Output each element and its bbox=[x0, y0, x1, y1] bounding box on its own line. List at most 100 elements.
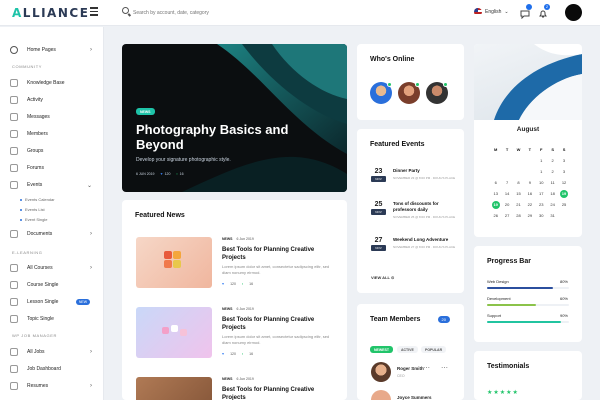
calendar-day[interactable]: 9 bbox=[524, 180, 535, 185]
calendar-day[interactable]: 11 bbox=[547, 180, 558, 185]
sidebar-item-groups[interactable]: Groups bbox=[10, 145, 98, 157]
calendar-day[interactable]: 14 bbox=[501, 191, 512, 196]
hero-card[interactable]: NEWS Photography Basics and Beyond Devel… bbox=[122, 44, 347, 192]
calendar-day[interactable]: 25 bbox=[558, 202, 569, 207]
member-avatar[interactable] bbox=[371, 362, 391, 382]
news-image[interactable] bbox=[136, 307, 212, 358]
online-user-avatar[interactable] bbox=[426, 82, 448, 104]
calendar-day[interactable]: 15 bbox=[513, 191, 524, 196]
menu-icon[interactable] bbox=[90, 7, 98, 18]
tab-active[interactable]: ACTIVE bbox=[397, 346, 418, 353]
calendar-day[interactable]: 8 bbox=[513, 180, 524, 185]
calendar-day[interactable]: 7 bbox=[501, 180, 512, 185]
sidebar-item-all-courses[interactable]: All Courses › bbox=[10, 262, 98, 274]
brand-logo[interactable]: ALLIANCE bbox=[12, 6, 89, 20]
calendar-day[interactable]: 1 bbox=[536, 158, 547, 163]
bell-icon[interactable]: 2 bbox=[538, 4, 550, 18]
event-day: 25 bbox=[374, 201, 383, 208]
calendar-day[interactable]: 12 bbox=[558, 180, 569, 185]
view-all-events-link[interactable]: VIEW ALL ⊙ bbox=[371, 275, 394, 280]
calendar-weekday: T bbox=[528, 147, 532, 152]
calendar-day[interactable]: 30 bbox=[536, 213, 547, 218]
calendar-day[interactable]: 28 bbox=[513, 213, 524, 218]
sidebar-subitem-events-list[interactable]: Events List bbox=[20, 207, 45, 212]
event-title[interactable]: Weekend Long Adventure bbox=[393, 237, 459, 243]
sidebar-item-forums[interactable]: Forums bbox=[10, 162, 98, 174]
chevron-right-icon: › bbox=[90, 265, 92, 271]
member-avatar[interactable] bbox=[371, 390, 391, 400]
calendar-day[interactable]: 29 bbox=[524, 213, 535, 218]
calendar-day[interactable]: 19 bbox=[558, 189, 569, 198]
calendar-day[interactable]: 10 bbox=[536, 180, 547, 185]
sidebar-item-resumes[interactable]: Resumes › bbox=[10, 380, 98, 392]
featured-events-card: Featured Events 23 NOV Dinner Party NOVEM… bbox=[357, 129, 464, 293]
calendar-day[interactable]: 20 bbox=[501, 202, 512, 207]
hero-category-badge[interactable]: NEWS bbox=[136, 108, 155, 115]
sidebar-item-course-single[interactable]: Course Single bbox=[10, 279, 98, 291]
team-members-title: Team Members bbox=[370, 316, 421, 323]
calendar-day[interactable]: 24 bbox=[547, 202, 558, 207]
event-details: NOVEMBER 27 @ 8:00 PM · DOUG'S PLACE bbox=[393, 245, 456, 249]
event-title[interactable]: Tons of discounts for professors daily bbox=[393, 201, 459, 212]
more-horizontal-icon[interactable]: ⋯ bbox=[441, 364, 448, 372]
hero-title[interactable]: Photography Basics and Beyond bbox=[136, 122, 296, 152]
progress-label: Development bbox=[487, 296, 511, 301]
news-image[interactable] bbox=[136, 237, 212, 288]
language-selector[interactable]: English ⌄ bbox=[474, 8, 509, 16]
news-title[interactable]: Best Tools for Planning Creative Project… bbox=[222, 316, 334, 332]
online-user-avatar[interactable] bbox=[370, 82, 392, 104]
search-input[interactable] bbox=[133, 6, 333, 20]
sidebar-item-topic-single[interactable]: Topic Single bbox=[10, 313, 98, 325]
sidebar-item-job-dashboard[interactable]: Job Dashboard bbox=[10, 363, 98, 375]
more-icon[interactable]: ⋯ bbox=[423, 364, 430, 372]
sidebar-item-home-pages[interactable]: Home Pages › bbox=[10, 44, 98, 56]
calendar-day[interactable]: 26 bbox=[490, 213, 501, 218]
calendar-day[interactable]: 16 bbox=[524, 191, 535, 196]
news-stats: ♥ 120 ▪ 16 bbox=[222, 352, 253, 356]
sidebar-item-events[interactable]: Events ⌄ bbox=[10, 179, 98, 191]
calendar-day[interactable]: 21 bbox=[513, 202, 524, 207]
chevron-right-icon: › bbox=[90, 231, 92, 237]
calendar-day[interactable]: 13 bbox=[490, 191, 501, 196]
news-category-label: NEWS bbox=[222, 377, 233, 381]
news-likes: 120 bbox=[230, 282, 236, 286]
user-avatar[interactable] bbox=[565, 4, 582, 21]
sidebar-item-messages[interactable]: Messages bbox=[10, 111, 98, 123]
calendar-day[interactable]: 19 bbox=[490, 200, 501, 209]
sidebar-subitem-events-calendar[interactable]: Events Calendar bbox=[20, 197, 55, 202]
calendar-day[interactable]: 1 bbox=[536, 169, 547, 174]
featured-news-card: Featured News NEWS 6 Jun 2019 Best Tools … bbox=[122, 200, 347, 400]
chevron-right-icon: › bbox=[90, 349, 92, 355]
member-name[interactable]: Joyce Summers bbox=[397, 395, 432, 400]
event-title[interactable]: Dinner Party bbox=[393, 168, 459, 174]
sidebar-item-members[interactable]: Members bbox=[10, 128, 98, 140]
calendar-day[interactable]: 3 bbox=[558, 158, 569, 163]
calendar-day[interactable]: 23 bbox=[536, 202, 547, 207]
chat-icon[interactable] bbox=[520, 4, 532, 20]
news-excerpt: Lorem ipsum dolor sit amet, consectetur … bbox=[222, 334, 330, 345]
news-title[interactable]: Best Tools for Planning Creative Project… bbox=[222, 386, 334, 400]
calendar-day[interactable]: 18 bbox=[547, 191, 558, 196]
tab-newest[interactable]: NEWEST bbox=[370, 346, 393, 353]
event-day: 27 bbox=[374, 237, 383, 244]
calendar-day[interactable]: 2 bbox=[547, 169, 558, 174]
member-name[interactable]: Roger Smith bbox=[397, 366, 424, 371]
sidebar-item-documents[interactable]: Documents › bbox=[10, 228, 98, 240]
sidebar-item-knowledge-base[interactable]: Knowledge Base bbox=[10, 77, 98, 89]
calendar-day[interactable]: 6 bbox=[490, 180, 501, 185]
briefcase-icon bbox=[10, 348, 18, 356]
online-user-avatar[interactable] bbox=[398, 82, 420, 104]
news-image[interactable] bbox=[136, 377, 212, 400]
tab-popular[interactable]: POPULAR bbox=[421, 346, 447, 353]
calendar-day[interactable]: 22 bbox=[524, 202, 535, 207]
sidebar-subitem-event-single[interactable]: Event Single bbox=[20, 217, 47, 222]
news-title[interactable]: Best Tools for Planning Creative Project… bbox=[222, 246, 334, 262]
sidebar-item-activity[interactable]: Activity bbox=[10, 94, 98, 106]
calendar-day[interactable]: 27 bbox=[501, 213, 512, 218]
sidebar-item-lesson-single[interactable]: Lesson Single NEW bbox=[10, 296, 98, 308]
calendar-day[interactable]: 3 bbox=[558, 169, 569, 174]
calendar-day[interactable]: 17 bbox=[536, 191, 547, 196]
calendar-day[interactable]: 31 bbox=[547, 213, 558, 218]
sidebar-item-all-jobs[interactable]: All Jobs › bbox=[10, 346, 98, 358]
calendar-day[interactable]: 2 bbox=[547, 158, 558, 163]
